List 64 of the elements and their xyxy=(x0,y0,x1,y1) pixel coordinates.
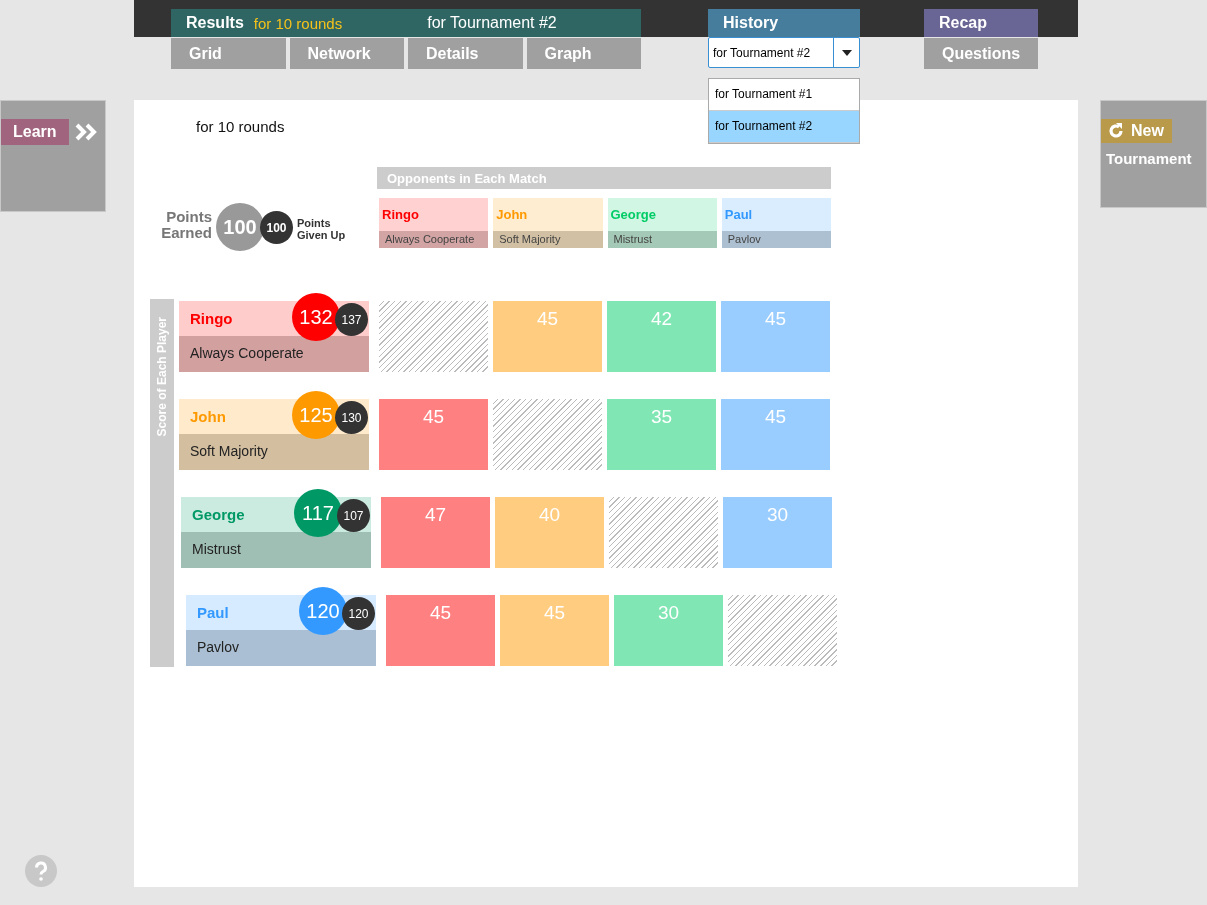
subtab[interactable]: Network xyxy=(289,38,404,69)
score-cell: 45 xyxy=(493,301,602,372)
given-up-circle: 120 xyxy=(342,597,375,630)
score-cell: 40 xyxy=(495,497,604,568)
tab[interactable]: History xyxy=(708,9,860,37)
caret-icon xyxy=(841,49,852,56)
score-circle: 125 xyxy=(292,391,340,439)
double-chevron-icon xyxy=(74,123,99,141)
tournament-dropdown[interactable]: for Tournament #2 xyxy=(708,37,860,68)
help-icon xyxy=(25,855,57,887)
legend-label: Points Earned xyxy=(160,209,212,241)
subtab[interactable]: Details xyxy=(408,38,523,69)
learn-panel[interactable]: Learn xyxy=(0,100,106,212)
new-sublabel: Tournament xyxy=(1106,150,1193,167)
score-circle: 117 xyxy=(294,489,342,537)
points-given-circle: 100 xyxy=(260,211,293,244)
score-cell: 45 xyxy=(721,399,830,470)
score-cell: 45 xyxy=(721,301,830,372)
points-earned-circle: 100 xyxy=(216,203,264,251)
tab[interactable]: Recap xyxy=(924,9,1038,37)
subtab[interactable]: Graph xyxy=(526,38,641,69)
player-name: Paul xyxy=(196,603,229,623)
player-name: John xyxy=(495,206,529,224)
subtab[interactable]: Grid xyxy=(171,38,286,69)
strategy-label: Pavlov xyxy=(721,231,831,248)
tab[interactable]: Results for 10 rounds for Tournament #2 xyxy=(171,9,641,37)
score-cell: 45 xyxy=(386,595,495,666)
dropdown-value: for Tournament #2 xyxy=(712,45,812,60)
tab-subtitle: for 10 rounds xyxy=(253,14,343,32)
strategy-label: Soft Majority xyxy=(179,434,369,470)
help-button[interactable] xyxy=(25,855,57,887)
strategy-label: Always Cooperate xyxy=(179,336,369,372)
strategy-label: Mistrust xyxy=(607,231,717,248)
new-tournament-panel[interactable]: New Tournament xyxy=(1100,100,1207,208)
score-cell: 30 xyxy=(723,497,832,568)
tab-caption: for Tournament #2 xyxy=(427,14,557,32)
player-name: Ringo xyxy=(189,309,233,329)
strategy-label: Mistrust xyxy=(181,532,371,568)
score-cell: 42 xyxy=(607,301,716,372)
new-label: New xyxy=(1101,119,1172,143)
refresh-icon xyxy=(1107,122,1125,140)
dropdown-option[interactable]: for Tournament #2 xyxy=(709,111,859,143)
subtab[interactable]: Questions xyxy=(924,38,1039,69)
player-name: George xyxy=(609,206,657,224)
score-cell: 45 xyxy=(500,595,609,666)
score-cell: 47 xyxy=(381,497,490,568)
given-up-circle: 107 xyxy=(337,499,370,532)
given-up-circle: 130 xyxy=(335,401,368,434)
score-cell: 35 xyxy=(607,399,716,470)
player-name: George xyxy=(191,505,245,525)
learn-label: Learn xyxy=(1,119,69,145)
player-name: Ringo xyxy=(381,206,420,224)
score-cell: 45 xyxy=(379,399,488,470)
score-circle: 120 xyxy=(299,587,347,635)
player-name: John xyxy=(189,407,226,427)
score-circle: 132 xyxy=(292,293,340,341)
strategy-label: Always Cooperate xyxy=(379,231,489,248)
strategy-label: Pavlov xyxy=(186,630,376,666)
rounds-heading: for 10 rounds xyxy=(196,118,285,135)
given-up-circle: 137 xyxy=(335,303,368,336)
strategy-label: Soft Majority xyxy=(493,231,603,248)
score-cell: 30 xyxy=(614,595,723,666)
legend-label: Points Given Up xyxy=(297,217,347,241)
player-name: Paul xyxy=(723,206,754,224)
